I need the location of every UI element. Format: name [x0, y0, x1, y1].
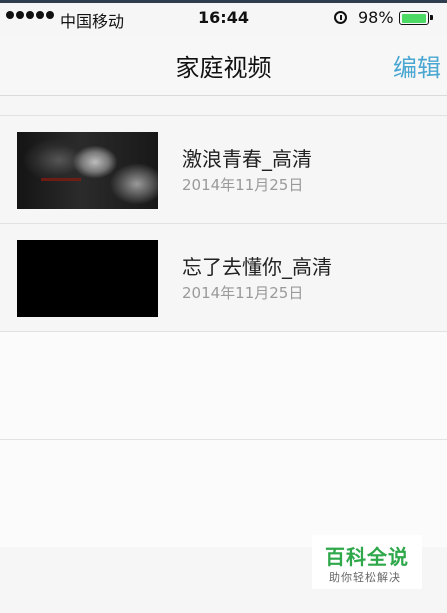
video-title: 忘了去懂你_高清 [182, 255, 332, 279]
status-bar: 中国移动 16:44 98% [0, 3, 447, 35]
battery-level [401, 13, 426, 23]
battery-percent: 98% [358, 8, 394, 27]
video-list: 激浪青春_高清 2014年11月25日 忘了去懂你_高清 2014年11月25日 [0, 115, 447, 547]
video-date: 2014年11月25日 [182, 284, 304, 302]
navigation-bar: 家庭视频 编辑 [0, 35, 447, 96]
video-thumbnail [17, 240, 158, 317]
video-title: 激浪青春_高清 [182, 147, 312, 171]
video-date: 2014年11月25日 [182, 176, 304, 194]
watermark-title: 百科全说 [325, 545, 409, 569]
video-thumbnail [17, 132, 158, 209]
video-row[interactable]: 激浪青春_高清 2014年11月25日 [0, 115, 447, 223]
watermark-logo: 百科全说 助你轻松解决 [312, 535, 422, 589]
video-row[interactable]: 忘了去懂你_高清 2014年11月25日 [0, 223, 447, 331]
page-title: 家庭视频 [175, 54, 272, 82]
alarm-icon [334, 11, 347, 24]
battery-icon [399, 11, 433, 25]
watermark-subtitle: 助你轻松解决 [329, 571, 401, 584]
edit-button[interactable]: 编辑 [393, 48, 441, 83]
empty-row [0, 439, 447, 547]
empty-row [0, 331, 447, 439]
